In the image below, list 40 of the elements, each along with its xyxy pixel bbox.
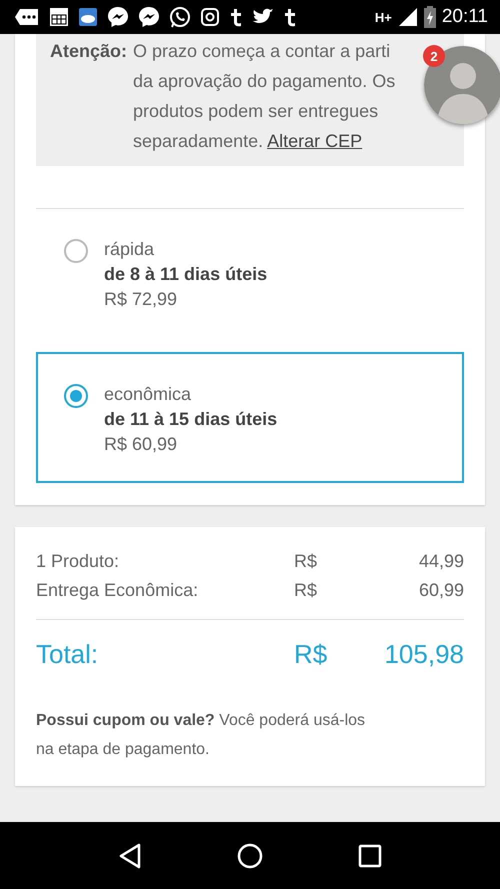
currency: R$: [294, 579, 318, 602]
chat-head[interactable]: 2: [422, 44, 500, 124]
change-zip-link[interactable]: Alterar CEP: [267, 131, 362, 151]
amount: 60,99: [418, 579, 464, 602]
radio-button[interactable]: [64, 239, 88, 263]
summary-label: Entrega Econômica:: [36, 579, 200, 602]
letter-t-icon: [283, 7, 297, 27]
coupon-note: Possui cupom ou vale? Você poderá usá-los na etapa de pagamento.: [36, 711, 366, 760]
cloud-icon: [78, 7, 98, 27]
shipping-option[interactable]: rápida de 8 à 11 dias úteis R$ 72,99: [36, 217, 464, 332]
home-icon[interactable]: [236, 842, 263, 868]
calendar-icon: [49, 7, 69, 27]
total-amount: 105,98: [383, 638, 464, 671]
signal-icon: [398, 7, 418, 27]
notice-text: O prazo começa a contar a parti da aprovação do pagamento. Os produtos podem ser entregues separadamente. Alterar CEP: [133, 40, 396, 153]
summary-label: 1 Produto:: [36, 550, 120, 573]
option-name: rápida: [104, 238, 156, 261]
battery-icon: [424, 6, 436, 28]
messenger-icon: [107, 6, 129, 28]
letter-t-icon: [229, 7, 243, 27]
shipping-price: R$ 60,99: [104, 433, 178, 456]
network-type: H+: [374, 10, 392, 25]
shipping-option[interactable]: econômica de 11 à 15 dias úteis R$ 60,99: [36, 352, 464, 483]
option-name: econômica: [104, 383, 192, 406]
delivery-time: de 8 à 11 dias úteis: [104, 263, 268, 286]
shipping-price: R$ 72,99: [104, 288, 178, 311]
recent-apps-icon[interactable]: [358, 844, 382, 868]
camera-icon: [200, 7, 220, 27]
back-icon[interactable]: [118, 842, 142, 868]
phone-bubble-icon: [169, 6, 191, 28]
currency: R$: [294, 638, 328, 671]
chat-bubble-icon: [14, 7, 40, 27]
total-label: Total:: [36, 638, 100, 671]
amount: 44,99: [418, 550, 464, 573]
delivery-time: de 11 à 15 dias úteis: [104, 408, 278, 431]
clock: 20:11: [442, 6, 488, 28]
notice-label: Atenção:: [50, 40, 128, 63]
radio-button[interactable]: [64, 384, 88, 408]
currency: R$: [294, 550, 318, 573]
messenger-icon: [138, 6, 160, 28]
